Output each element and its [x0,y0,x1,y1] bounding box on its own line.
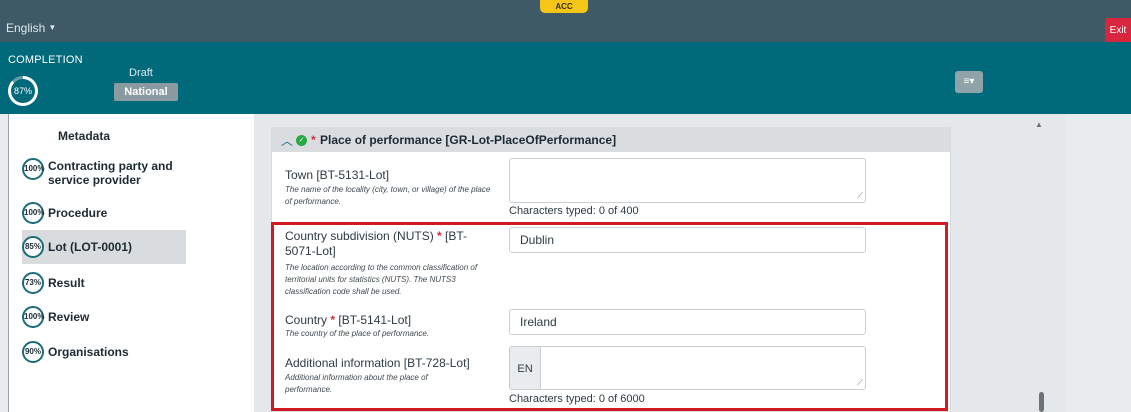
town-char-counter: Characters typed: 0 of 400 [509,205,639,217]
sidebar-item-organisations[interactable]: 90% Organisations [22,341,182,363]
sidebar-item-procedure[interactable]: 100% Procedure [22,202,182,224]
town-textarea[interactable]: ⟋ [509,158,866,203]
town-description: The name of the locality (city, town, or… [285,185,491,206]
national-badge: National [114,83,178,101]
left-gutter [0,114,8,412]
progress-ring: 85% [22,236,44,258]
completion-progress-ring: 87% [8,76,38,106]
sidebar-item-label: Lot (LOT-0001) [48,240,133,254]
scrollbar[interactable] [1031,114,1051,412]
exit-button[interactable]: Exit [1105,18,1131,44]
highlight-box [271,222,948,411]
sidebar-item-label: Procedure [48,206,108,220]
environment-badge: ACC [540,0,588,13]
progress-ring: 100% [22,158,44,180]
check-circle-icon: ✓ [296,135,307,146]
caret-down-icon: ▼ [48,23,57,32]
status-bar: COMPLETION 87% Draft National ≡▾ [0,42,1131,114]
section-title: Place of performance [GR-Lot-PlaceOfPerf… [320,133,617,147]
sidebar-item-label: Contracting party and [48,159,173,173]
completion-percent: 87% [13,86,32,96]
sidebar-item-review[interactable]: 100% Review [22,306,182,328]
resize-handle-icon[interactable]: ⟋ [857,191,863,201]
sidebar-item-metadata[interactable]: Metadata [58,129,110,143]
sidebar-item-label: Organisations [48,345,129,359]
progress-ring: 100% [22,306,44,328]
sidebar-item-result[interactable]: 73% Result [22,272,182,294]
sidebar-item-contracting-party[interactable]: 100% Contracting party and service provi… [22,158,202,187]
town-label: Town [BT-5131-Lot] [285,168,390,182]
draft-status: Draft [129,67,153,79]
filter-settings-button[interactable]: ≡▾ [955,71,983,93]
scroll-up-arrow-icon[interactable]: ▲ [1035,120,1043,129]
sliders-icon: ≡▾ [963,76,975,87]
progress-ring: 100% [22,202,44,224]
language-selector[interactable]: English ▼ [6,21,56,35]
sidebar-item-lot[interactable]: 85% Lot (LOT-0001) [22,230,186,264]
progress-ring: 73% [22,272,44,294]
sidebar-item-label-line2: service provider [48,173,141,187]
sidebar-item-label: Result [48,276,85,290]
completion-title: COMPLETION [8,54,83,66]
language-label: English [6,21,46,35]
chevron-up-icon[interactable]: ︿ [281,132,293,149]
progress-ring: 90% [22,341,44,363]
right-gutter [1065,114,1131,412]
sidebar-item-label: Review [48,310,90,324]
required-marker: * [311,133,316,147]
scroll-thumb[interactable] [1039,392,1044,412]
